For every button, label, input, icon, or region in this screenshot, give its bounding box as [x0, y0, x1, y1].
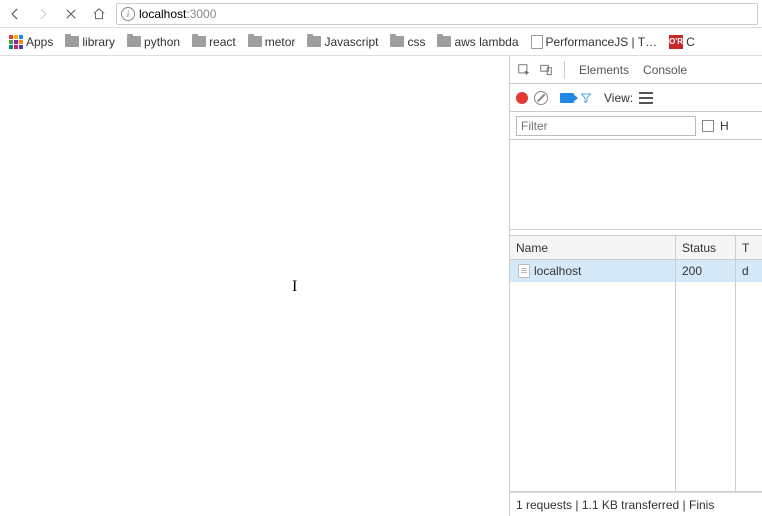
bookmark-python[interactable]: python [124, 33, 183, 51]
back-button[interactable] [4, 3, 26, 25]
bookmark-javascript[interactable]: Javascript [304, 33, 381, 51]
bookmark-label: aws lambda [454, 35, 518, 49]
bookmark-label: python [144, 35, 180, 49]
view-list-icon[interactable] [639, 92, 653, 104]
home-button[interactable] [88, 3, 110, 25]
folder-icon [307, 36, 321, 47]
devtools-panel: Elements Console View: H [510, 56, 762, 516]
clear-button[interactable] [534, 91, 548, 105]
document-icon [518, 264, 530, 278]
column-name[interactable]: Name [510, 236, 676, 259]
request-type: d [736, 260, 762, 282]
bookmark-performancejs[interactable]: PerformanceJS | T… [528, 33, 661, 51]
bookmark-oreilly[interactable]: O'R C [666, 33, 709, 51]
bookmark-react[interactable]: react [189, 33, 239, 51]
apps-shortcut[interactable]: Apps [6, 33, 56, 51]
filter-row: H [510, 112, 762, 140]
bookmark-label: react [209, 35, 236, 49]
text-cursor-icon: I [292, 278, 297, 296]
folder-icon [248, 36, 262, 47]
devtools-tabs: Elements Console [510, 56, 762, 84]
filter-input[interactable] [516, 116, 696, 136]
main-split: I Elements Console View: [0, 56, 762, 516]
bookmarks-bar: Apps library python react metor Javascri… [0, 28, 762, 56]
oreilly-icon: O'R [669, 35, 683, 49]
record-button[interactable] [516, 92, 528, 104]
view-label: View: [604, 91, 633, 105]
bookmark-label: Javascript [324, 35, 378, 49]
filter-toggle-icon[interactable] [580, 92, 592, 104]
stop-button[interactable] [60, 3, 82, 25]
bookmark-library[interactable]: library [62, 33, 118, 51]
forward-button[interactable] [32, 3, 54, 25]
separator [564, 61, 565, 79]
screenshot-button[interactable] [560, 93, 574, 103]
bookmark-label: PerformanceJS | T… [546, 35, 658, 49]
column-status[interactable]: Status [676, 236, 736, 259]
network-table-body [510, 282, 762, 492]
inspect-element-icon[interactable] [516, 62, 532, 78]
folder-icon [65, 36, 79, 47]
bookmark-label: library [82, 35, 115, 49]
folder-icon [192, 36, 206, 47]
page-viewport[interactable]: I [0, 56, 510, 516]
device-toggle-icon[interactable] [538, 62, 554, 78]
bookmark-metor[interactable]: metor [245, 33, 299, 51]
network-status-bar: 1 requests | 1.1 KB transferred | Finis [510, 492, 762, 516]
tab-elements[interactable]: Elements [575, 59, 633, 81]
network-table-header: Name Status T [510, 236, 762, 260]
url-text: localhost:3000 [139, 7, 216, 21]
hide-data-urls-checkbox[interactable] [702, 120, 714, 132]
apps-label: Apps [26, 35, 53, 49]
hide-label: H [720, 119, 729, 133]
network-request-row[interactable]: localhost 200 d [510, 260, 762, 282]
bookmark-label: metor [265, 35, 296, 49]
network-toolbar: View: [510, 84, 762, 112]
apps-icon [9, 35, 23, 49]
column-type[interactable]: T [736, 236, 762, 259]
address-bar[interactable]: i localhost:3000 [116, 3, 758, 25]
bookmark-css[interactable]: css [387, 33, 428, 51]
bookmark-aws-lambda[interactable]: aws lambda [434, 33, 521, 51]
request-name: localhost [534, 264, 581, 278]
request-status: 200 [676, 260, 736, 282]
folder-icon [437, 36, 451, 47]
bookmark-label: css [407, 35, 425, 49]
tab-console[interactable]: Console [639, 59, 691, 81]
bookmark-label: C [686, 35, 706, 49]
browser-nav-bar: i localhost:3000 [0, 0, 762, 28]
page-icon [531, 35, 543, 49]
folder-icon [127, 36, 141, 47]
folder-icon [390, 36, 404, 47]
site-info-icon[interactable]: i [121, 7, 135, 21]
overview-area [510, 140, 762, 230]
